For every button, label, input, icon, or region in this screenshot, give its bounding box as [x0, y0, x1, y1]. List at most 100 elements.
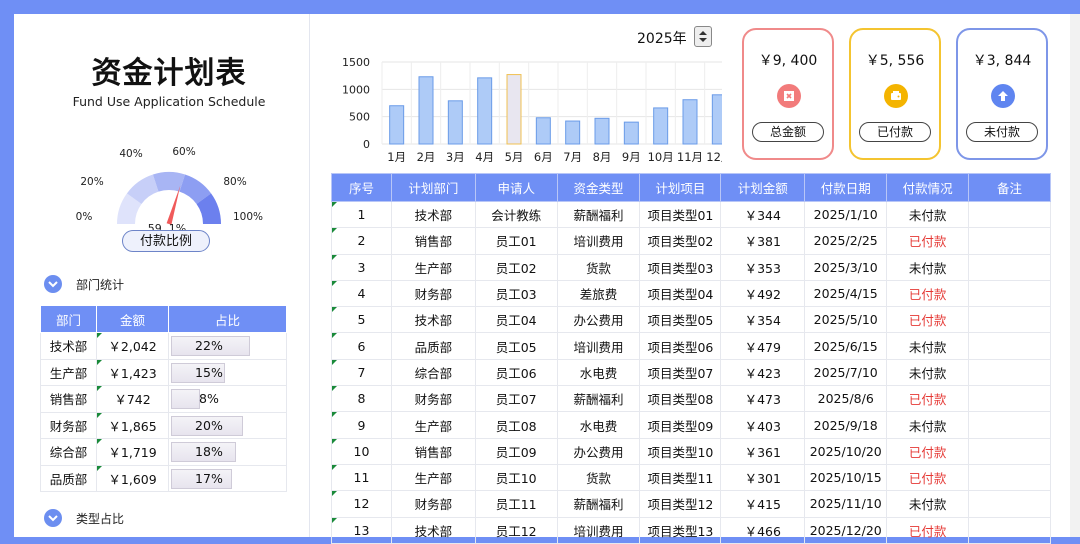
vertical-scrollbar[interactable] [1070, 14, 1080, 537]
dept-name[interactable]: 综合部 [39, 438, 98, 466]
table-cell[interactable]: 薪酬福利 [556, 385, 641, 413]
table-cell[interactable] [968, 332, 1051, 360]
table-cell[interactable]: ￥415 [720, 490, 806, 518]
table-cell[interactable]: 2025/7/10 [804, 358, 888, 387]
table-cell[interactable]: 未付款 [886, 358, 970, 387]
payment-ratio-button[interactable]: 付款比例 [122, 230, 210, 252]
table-cell[interactable]: 已付款 [886, 385, 970, 413]
table-cell[interactable]: 8 [331, 385, 392, 413]
table-cell[interactable]: 2025/3/10 [804, 253, 888, 281]
dept-amount[interactable]: ￥742 [96, 385, 169, 413]
table-cell[interactable]: 员工05 [474, 332, 558, 360]
chart-bar[interactable] [418, 76, 434, 145]
dept-share[interactable]: 20% [167, 411, 288, 439]
table-cell[interactable]: 员工08 [474, 411, 558, 439]
table-cell[interactable] [968, 437, 1051, 465]
table-cell[interactable]: 培训费用 [556, 332, 641, 360]
table-cell[interactable]: 2025/1/10 [804, 200, 888, 229]
table-cell[interactable]: 未付款 [886, 332, 970, 360]
table-cell[interactable]: 11 [331, 463, 392, 492]
table-cell[interactable]: 项目类型13 [639, 516, 722, 544]
table-cell[interactable]: 2 [331, 227, 392, 255]
dept-share[interactable]: 15% [167, 358, 288, 386]
table-cell[interactable] [968, 306, 1051, 334]
table-cell[interactable]: 10 [331, 437, 392, 465]
table-cell[interactable] [968, 490, 1051, 518]
table-cell[interactable]: 已付款 [886, 437, 970, 465]
table-cell[interactable]: 培训费用 [556, 516, 641, 544]
table-cell[interactable]: ￥423 [720, 358, 806, 387]
table-cell[interactable]: 办公费用 [556, 437, 641, 465]
table-cell[interactable] [968, 385, 1051, 413]
table-cell[interactable] [968, 227, 1051, 255]
table-cell[interactable]: 已付款 [886, 516, 970, 544]
table-cell[interactable]: 货款 [556, 253, 641, 281]
table-cell[interactable]: 员工11 [474, 490, 558, 518]
table-cell[interactable]: 薪酬福利 [556, 490, 641, 518]
table-cell[interactable]: 2025/2/25 [804, 227, 888, 255]
table-cell[interactable]: 项目类型01 [639, 200, 722, 229]
table-cell[interactable]: 2025/6/15 [804, 332, 888, 360]
table-cell[interactable]: 2025/10/15 [804, 463, 888, 492]
chart-bar[interactable] [682, 99, 698, 145]
type-section-header[interactable]: 类型占比 [44, 509, 124, 527]
table-cell[interactable]: 销售部 [390, 437, 476, 465]
table-cell[interactable]: 生产部 [390, 253, 476, 281]
table-cell[interactable]: 会计教练 [474, 200, 558, 229]
table-cell[interactable]: 员工01 [474, 227, 558, 255]
chart-bar[interactable] [389, 105, 405, 145]
dept-amount[interactable]: ￥1,423 [96, 358, 169, 386]
table-cell[interactable]: 2025/5/10 [804, 306, 888, 334]
table-cell[interactable]: 12 [331, 490, 392, 518]
table-cell[interactable]: 项目类型07 [639, 358, 722, 387]
table-cell[interactable]: 货款 [556, 463, 641, 492]
table-cell[interactable]: 员工04 [474, 306, 558, 334]
table-cell[interactable]: 技术部 [390, 200, 476, 229]
dept-section-header[interactable]: 部门统计 [44, 275, 124, 293]
table-cell[interactable]: 7 [331, 358, 392, 387]
chart-bar[interactable] [447, 100, 463, 145]
table-cell[interactable]: 1 [331, 200, 392, 229]
table-cell[interactable]: 办公费用 [556, 306, 641, 334]
table-cell[interactable]: ￥354 [720, 306, 806, 334]
table-cell[interactable]: 5 [331, 306, 392, 334]
table-cell[interactable]: 4 [331, 279, 392, 308]
table-cell[interactable]: 项目类型04 [639, 279, 722, 308]
dept-name[interactable]: 生产部 [39, 358, 98, 386]
table-cell[interactable]: 2025/4/15 [804, 279, 888, 308]
table-cell[interactable]: 未付款 [886, 253, 970, 281]
table-cell[interactable] [968, 516, 1051, 544]
table-cell[interactable]: 9 [331, 411, 392, 439]
table-cell[interactable]: 财务部 [390, 490, 476, 518]
table-cell[interactable]: 已付款 [886, 306, 970, 334]
table-cell[interactable]: 未付款 [886, 411, 970, 439]
chart-bar[interactable] [653, 107, 669, 145]
table-cell[interactable]: 员工09 [474, 437, 558, 465]
table-cell[interactable]: ￥381 [720, 227, 806, 255]
dept-name[interactable]: 销售部 [39, 385, 98, 413]
table-cell[interactable]: 项目类型08 [639, 385, 722, 413]
table-cell[interactable]: 培训费用 [556, 227, 641, 255]
dept-share[interactable]: 8% [167, 385, 288, 413]
chevron-down-icon[interactable] [44, 275, 62, 293]
table-cell[interactable]: 项目类型06 [639, 332, 722, 360]
table-cell[interactable]: 已付款 [886, 463, 970, 492]
table-cell[interactable]: ￥492 [720, 279, 806, 308]
table-cell[interactable]: 2025/12/20 [804, 516, 888, 544]
table-cell[interactable]: 品质部 [390, 332, 476, 360]
table-cell[interactable]: ￥403 [720, 411, 806, 439]
year-spinner[interactable] [694, 26, 712, 47]
dept-share[interactable]: 22% [167, 332, 288, 360]
table-cell[interactable]: 2025/8/6 [804, 385, 888, 413]
chart-bar[interactable] [477, 77, 493, 145]
table-cell[interactable]: 员工03 [474, 279, 558, 308]
table-cell[interactable]: 3 [331, 253, 392, 281]
table-cell[interactable]: 员工12 [474, 516, 558, 544]
table-cell[interactable]: 水电费 [556, 411, 641, 439]
table-cell[interactable]: 生产部 [390, 411, 476, 439]
table-cell[interactable]: ￥353 [720, 253, 806, 281]
table-cell[interactable]: ￥361 [720, 437, 806, 465]
table-cell[interactable]: 2025/10/20 [804, 437, 888, 465]
table-cell[interactable]: ￥344 [720, 200, 806, 229]
table-cell[interactable]: 员工02 [474, 253, 558, 281]
